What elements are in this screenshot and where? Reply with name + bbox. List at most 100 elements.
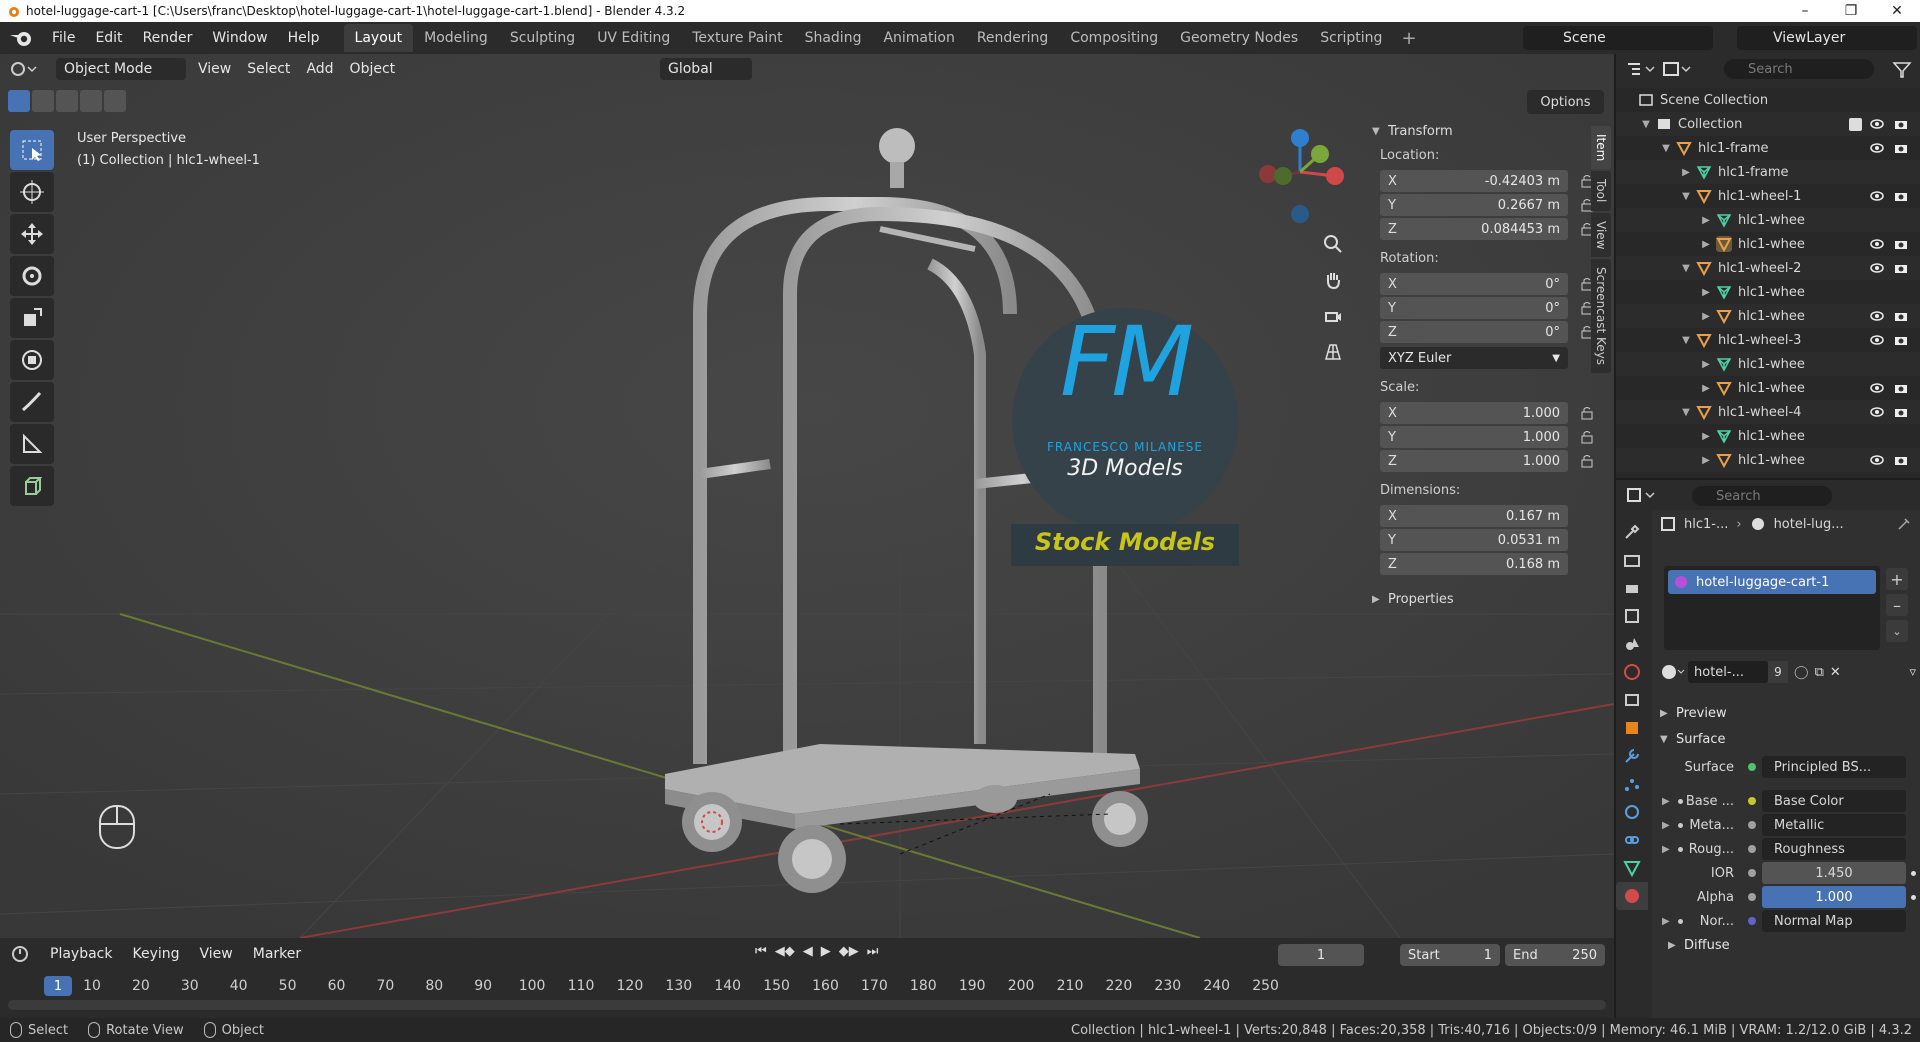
outliner-editor-icon[interactable] bbox=[1624, 59, 1660, 79]
outliner-row-object[interactable]: ▼ hlc1-wheel-4 bbox=[1616, 400, 1920, 424]
eye-icon[interactable] bbox=[1870, 119, 1884, 129]
ortho-grid-icon[interactable] bbox=[1317, 336, 1349, 368]
eye-icon[interactable] bbox=[1870, 383, 1884, 393]
timeline-ruler[interactable]: 1 10 20 30 40 50 60 70 80 90 100 110 120 130 140 150 16… bbox=[0, 974, 1614, 998]
material-slot-item[interactable]: hotel-luggage-cart-1 bbox=[1668, 570, 1876, 594]
viewport-menu-view[interactable]: View bbox=[190, 58, 239, 80]
select-mode-subtract-icon[interactable] bbox=[56, 90, 78, 112]
outliner-row-object[interactable]: ▶ hlc1-whee bbox=[1616, 376, 1920, 400]
outliner-row-object[interactable]: ▼ hlc1-wheel-1 bbox=[1616, 184, 1920, 208]
display-mode-icon[interactable] bbox=[1660, 59, 1696, 79]
eye-icon[interactable] bbox=[1870, 191, 1884, 201]
camera-icon[interactable] bbox=[1894, 238, 1908, 250]
eye-icon[interactable] bbox=[1870, 335, 1884, 345]
outliner-row-object[interactable]: ▼ hlc1-wheel-2 bbox=[1616, 256, 1920, 280]
timeline-menu-view[interactable]: View bbox=[190, 946, 243, 962]
object-properties-tab[interactable] bbox=[1616, 714, 1648, 742]
timeline-menu-marker[interactable]: Marker bbox=[243, 946, 311, 962]
tab-animation[interactable]: Animation bbox=[872, 24, 965, 52]
chevron-down-icon[interactable]: ▼ bbox=[1680, 407, 1692, 418]
cursor-tool[interactable] bbox=[10, 172, 54, 212]
chevron-down-icon[interactable]: ▼ bbox=[1660, 143, 1672, 154]
dimensions-y-field[interactable]: Y 0.0531 m bbox=[1380, 529, 1568, 551]
menu-render[interactable]: Render bbox=[133, 26, 203, 50]
outliner-row-mesh[interactable]: ▶ hlc1-whee bbox=[1616, 208, 1920, 232]
outliner-row-object[interactable]: ▶ hlc1-whee bbox=[1616, 304, 1920, 328]
lock-icon[interactable] bbox=[1580, 406, 1594, 420]
roughness-link-field[interactable]: Roughness bbox=[1762, 838, 1906, 860]
eye-icon[interactable] bbox=[1870, 455, 1884, 465]
dimensions-x-field[interactable]: X 0.167 m bbox=[1380, 505, 1568, 527]
tab-modeling[interactable]: Modeling bbox=[413, 24, 499, 52]
rotate-tool[interactable] bbox=[10, 256, 54, 296]
prev-keyframe-icon[interactable]: ◀◆ bbox=[775, 944, 795, 959]
outliner-row-object[interactable]: ▼ hlc1-wheel-3 bbox=[1616, 328, 1920, 352]
select-mode-extend-icon[interactable] bbox=[32, 90, 54, 112]
surface-panel-header[interactable]: ▼ Surface bbox=[1652, 726, 1920, 752]
menu-help[interactable]: Help bbox=[278, 26, 330, 50]
wheel[interactable] bbox=[682, 792, 742, 852]
select-mode-invert-icon[interactable] bbox=[80, 90, 102, 112]
tab-shading[interactable]: Shading bbox=[794, 24, 873, 52]
add-slot-button[interactable]: + bbox=[1886, 568, 1908, 590]
outliner-search-input[interactable]: Search bbox=[1724, 59, 1874, 79]
timeline-menu-keying[interactable]: Keying bbox=[122, 946, 189, 962]
transform-tool[interactable] bbox=[10, 340, 54, 380]
chevron-right-icon[interactable]: ▶ bbox=[1700, 287, 1712, 298]
jump-start-icon[interactable]: ⏮ bbox=[755, 944, 767, 959]
camera-icon[interactable] bbox=[1894, 382, 1908, 394]
view-layer-selector[interactable]: ViewLayer bbox=[1737, 26, 1917, 50]
clock-editor-icon[interactable] bbox=[10, 944, 40, 964]
normal-link-field[interactable]: Normal Map bbox=[1762, 910, 1906, 932]
eye-icon[interactable] bbox=[1870, 143, 1884, 153]
browse-material-icon[interactable] bbox=[1660, 662, 1688, 682]
diffuse-panel-header[interactable]: ▶ Diffuse bbox=[1652, 932, 1920, 958]
jump-end-icon[interactable]: ⏭ bbox=[867, 944, 879, 959]
add-cube-tool[interactable] bbox=[10, 466, 54, 506]
view-layer-properties-tab[interactable] bbox=[1616, 602, 1648, 630]
output-properties-tab[interactable] bbox=[1616, 574, 1648, 602]
close-button[interactable]: ✕ bbox=[1874, 0, 1920, 22]
tab-scripting[interactable]: Scripting bbox=[1309, 24, 1393, 52]
camera-icon[interactable] bbox=[1894, 310, 1908, 322]
material-properties-tab[interactable] bbox=[1616, 882, 1648, 910]
scene-properties-tab[interactable] bbox=[1616, 630, 1648, 658]
exclude-checkbox[interactable] bbox=[1849, 117, 1862, 131]
dimensions-z-field[interactable]: Z 0.168 m bbox=[1380, 553, 1568, 575]
chevron-down-icon[interactable]: ▼ bbox=[1680, 191, 1692, 202]
metallic-link-field[interactable]: Metallic bbox=[1762, 814, 1906, 836]
play-icon[interactable]: ▶ bbox=[821, 944, 831, 959]
3d-viewport[interactable]: FM FRANCESCO MILANESE 3D Models Stock Mo… bbox=[0, 54, 1614, 938]
minimize-button[interactable]: – bbox=[1782, 0, 1828, 22]
mode-dropdown[interactable]: Object Mode bbox=[56, 58, 186, 80]
chevron-right-icon[interactable]: ▶ bbox=[1680, 167, 1692, 178]
chevron-right-icon[interactable]: ▶ bbox=[1700, 239, 1712, 250]
timeline-menu-playback[interactable]: Playback bbox=[40, 946, 122, 962]
eye-icon[interactable] bbox=[1870, 311, 1884, 321]
eye-icon[interactable] bbox=[1870, 263, 1884, 273]
location-z-field[interactable]: Z 0.084453 m bbox=[1380, 218, 1568, 240]
add-workspace-button[interactable]: + bbox=[1393, 28, 1424, 49]
particles-properties-tab[interactable] bbox=[1616, 770, 1648, 798]
chevron-right-icon[interactable]: ▶ bbox=[1662, 796, 1670, 807]
play-reverse-icon[interactable]: ◀ bbox=[803, 944, 813, 959]
chevron-down-icon[interactable]: ▼ bbox=[1640, 119, 1652, 130]
outliner-row-mesh[interactable]: ▶ hlc1-whee bbox=[1616, 352, 1920, 376]
camera-view-icon[interactable] bbox=[1317, 300, 1349, 332]
unlink-material-icon[interactable]: ✕ bbox=[1830, 665, 1841, 680]
chevron-right-icon[interactable]: ▶ bbox=[1662, 844, 1670, 855]
lock-icon[interactable] bbox=[1580, 430, 1594, 444]
preview-panel-header[interactable]: ▶ Preview bbox=[1652, 700, 1920, 726]
tool-properties-tab[interactable] bbox=[1616, 518, 1648, 546]
camera-icon[interactable] bbox=[1894, 334, 1908, 346]
slot-specials-button[interactable]: ⌄ bbox=[1886, 620, 1908, 642]
measure-tool[interactable] bbox=[10, 424, 54, 464]
wheel[interactable] bbox=[973, 785, 1017, 813]
viewport-menu-select[interactable]: Select bbox=[239, 58, 298, 80]
menu-edit[interactable]: Edit bbox=[85, 26, 132, 50]
tab-geometry-nodes[interactable]: Geometry Nodes bbox=[1169, 24, 1309, 52]
base-color-link-field[interactable]: Base Color bbox=[1762, 790, 1906, 812]
camera-icon[interactable] bbox=[1894, 190, 1908, 202]
outliner-row-object[interactable]: ▶ hlc1-whee bbox=[1616, 232, 1920, 256]
tab-rendering[interactable]: Rendering bbox=[966, 24, 1060, 52]
